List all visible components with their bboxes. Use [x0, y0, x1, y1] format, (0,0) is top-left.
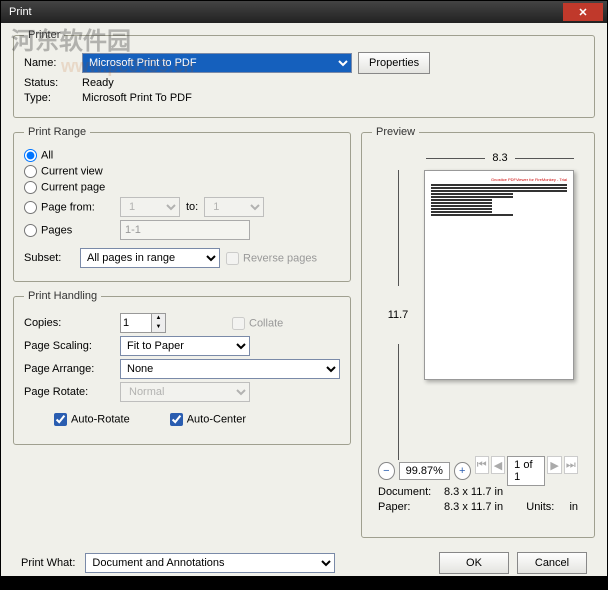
copies-spinner[interactable]: ▲▼: [120, 313, 166, 333]
rotate-select[interactable]: Normal: [120, 382, 250, 402]
paper-size: 8.3 x 11.7 in: [444, 501, 503, 513]
preview-legend: Preview: [372, 126, 419, 138]
collate-check: Collate: [232, 317, 283, 330]
spin-down-icon[interactable]: ▼: [151, 323, 165, 332]
units-value: in: [569, 501, 578, 513]
arrange-select[interactable]: None: [120, 359, 340, 379]
status-value: Ready: [82, 77, 114, 89]
radio-current-page[interactable]: Current page: [24, 181, 105, 194]
zoom-out-button[interactable]: −: [378, 462, 395, 480]
titlebar: Print ✕: [1, 1, 607, 23]
auto-center-check[interactable]: Auto-Center: [170, 413, 246, 426]
spin-up-icon[interactable]: ▲: [151, 314, 165, 323]
copies-input[interactable]: [121, 314, 151, 332]
page-preview: Gnostice PDFViewer for FireMonkey - Tria…: [424, 170, 574, 380]
pages-input[interactable]: [120, 220, 250, 240]
last-page-button[interactable]: ⏭: [564, 456, 578, 474]
cancel-button[interactable]: Cancel: [517, 552, 587, 574]
type-value: Microsoft Print To PDF: [82, 92, 192, 104]
arrange-label: Page Arrange:: [24, 363, 114, 375]
watermark-text: 河东软件园: [11, 21, 131, 56]
properties-button[interactable]: Properties: [358, 52, 430, 74]
zoom-value: 99.87%: [399, 462, 450, 480]
preview-group: Preview 8.3 11.7 Gnostice PDFViewer for …: [361, 126, 595, 538]
doc-label: Document:: [378, 486, 438, 498]
radio-current-view[interactable]: Current view: [24, 165, 103, 178]
print-what-select[interactable]: Document and Annotations: [85, 553, 335, 573]
range-legend: Print Range: [24, 126, 90, 138]
from-select[interactable]: 1: [120, 197, 180, 217]
window-title: Print: [5, 6, 563, 18]
ruler-width: 8.3: [426, 152, 574, 164]
scaling-select[interactable]: Fit to Paper: [120, 336, 250, 356]
type-label: Type:: [24, 92, 76, 104]
status-label: Status:: [24, 77, 76, 89]
radio-page-from[interactable]: Page from:: [24, 201, 114, 214]
zoom-in-button[interactable]: +: [454, 462, 471, 480]
handling-legend: Print Handling: [24, 290, 101, 302]
watermark-url: www.pc0359.cn: [61, 56, 194, 77]
to-select[interactable]: 1: [204, 197, 264, 217]
print-range-group: Print Range All Current view Current pag…: [13, 126, 351, 282]
radio-pages[interactable]: Pages: [24, 224, 114, 237]
print-handling-group: Print Handling Copies: ▲▼ Collate Page S…: [13, 290, 351, 445]
units-label: Units:: [526, 501, 554, 513]
doc-size: 8.3 x 11.7 in: [444, 486, 503, 498]
page-indicator: 1 of 1: [507, 456, 545, 486]
page-banner: Gnostice PDFViewer for FireMonkey - Tria…: [431, 177, 567, 182]
to-label: to:: [186, 201, 198, 213]
ok-button[interactable]: OK: [439, 552, 509, 574]
reverse-check: Reverse pages: [226, 252, 317, 265]
subset-select[interactable]: All pages in range: [80, 248, 220, 268]
auto-rotate-check[interactable]: Auto-Rotate: [54, 413, 130, 426]
paper-label: Paper:: [378, 501, 438, 513]
radio-all[interactable]: All: [24, 149, 53, 162]
copies-label: Copies:: [24, 317, 114, 329]
subset-label: Subset:: [24, 252, 74, 264]
scaling-label: Page Scaling:: [24, 340, 114, 352]
ruler-height: 11.7: [378, 170, 418, 460]
close-button[interactable]: ✕: [563, 3, 603, 21]
prev-page-button[interactable]: ◀: [491, 456, 505, 474]
first-page-button[interactable]: ⏮: [475, 456, 489, 474]
rotate-label: Page Rotate:: [24, 386, 114, 398]
print-what-label: Print What:: [21, 557, 75, 569]
next-page-button[interactable]: ▶: [547, 456, 561, 474]
print-dialog: Print ✕ 河东软件园 www.pc0359.cn Printer Name…: [0, 0, 608, 577]
